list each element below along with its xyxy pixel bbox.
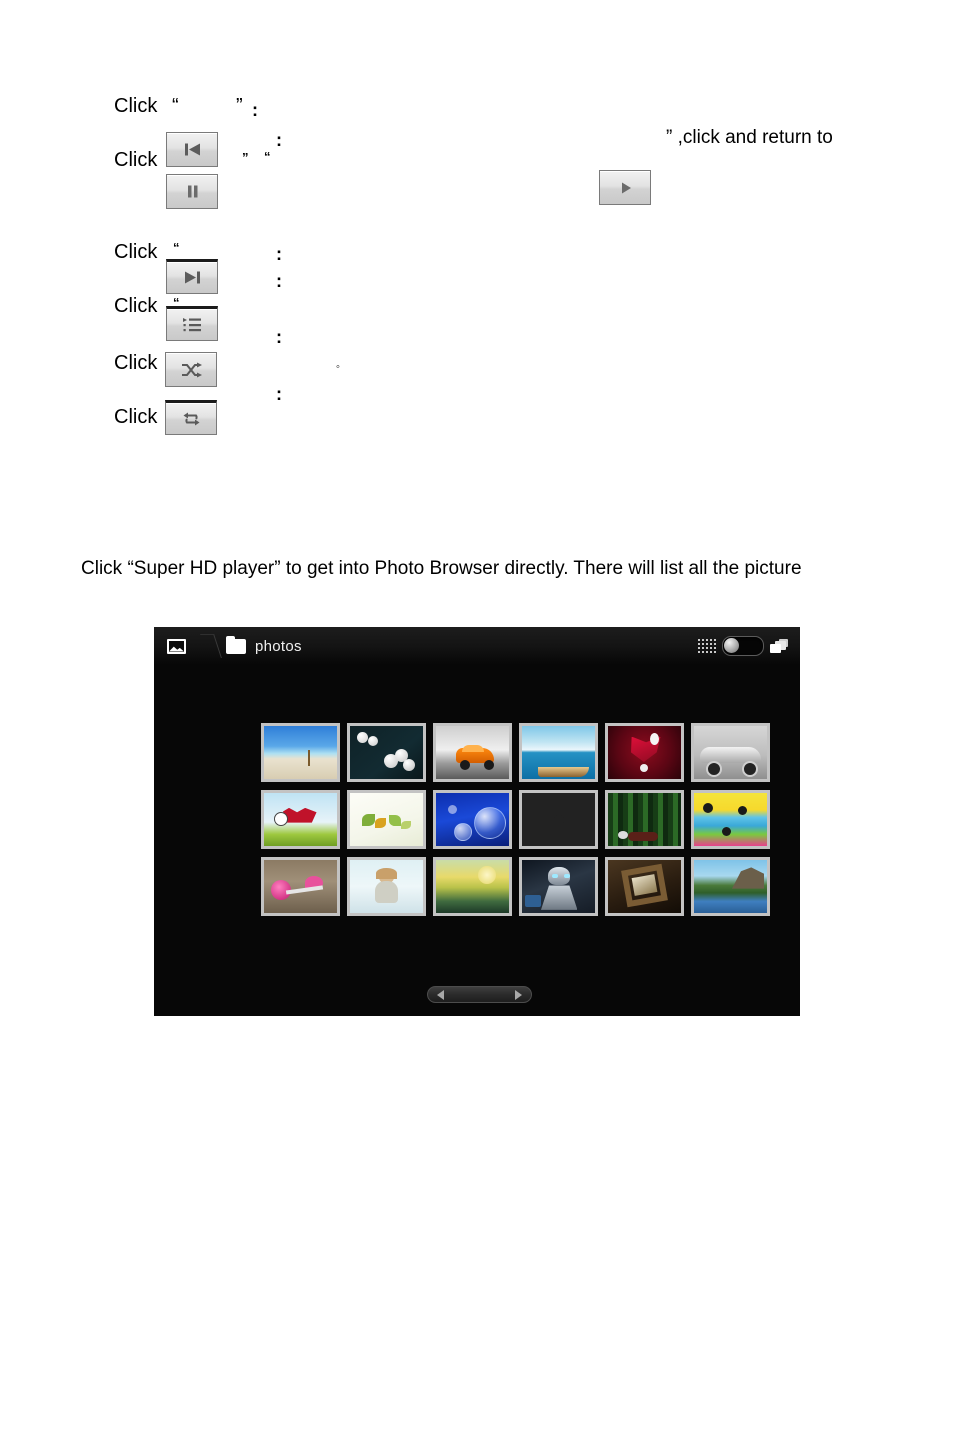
thumbnail-item[interactable] [519, 857, 598, 916]
stack-view-icon[interactable] [770, 638, 788, 654]
instruction-colon-3: : [276, 244, 282, 264]
playlist-icon [182, 317, 202, 332]
return-note: ” ,click and return to [666, 127, 833, 148]
horizontal-scrollbar[interactable] [427, 986, 532, 1003]
pause-button[interactable] [166, 174, 218, 209]
thumbnail-item[interactable] [433, 857, 512, 916]
skip-previous-icon [184, 142, 201, 157]
shuffle-button[interactable] [165, 352, 217, 387]
repeat-icon [182, 411, 201, 427]
thumbnail-item[interactable] [605, 857, 684, 916]
shuffle-icon [181, 362, 202, 378]
breadcrumb-label[interactable]: photos [255, 638, 302, 655]
thumbnail-item[interactable] [605, 723, 684, 782]
instruction-open-quote-3: “ [173, 240, 180, 255]
previous-track-button[interactable] [166, 132, 218, 167]
breadcrumb-separator-icon [200, 631, 226, 661]
thumbnail-item[interactable] [519, 723, 598, 782]
repeat-button[interactable] [165, 400, 217, 435]
stray-quote-2b: “ [264, 149, 271, 164]
thumbnail-item[interactable] [691, 790, 770, 849]
instruction-click-label-6: Click [114, 406, 158, 428]
stray-ring-mark: ◦ [336, 361, 340, 373]
scroll-right-arrow[interactable] [515, 989, 522, 1000]
thumbnail-item[interactable] [691, 857, 770, 916]
instruction-close-quote-1: ” [236, 95, 243, 117]
gallery-topbar: photos [154, 627, 800, 665]
stray-colon-a: : [276, 130, 282, 150]
stray-colon-c: : [276, 327, 282, 347]
thumbnail-item[interactable] [433, 790, 512, 849]
playlist-button[interactable] [166, 306, 218, 341]
instruction-click-label-3: Click [114, 241, 158, 263]
thumbnail-item[interactable] [691, 723, 770, 782]
thumbnail-item[interactable] [519, 790, 598, 849]
thumbnail-item[interactable] [347, 723, 426, 782]
photo-browser-screenshot: photos [154, 627, 800, 1016]
stray-colon-d: : [276, 384, 282, 404]
instruction-click-label-2: Click [114, 149, 158, 171]
thumbnail-item[interactable] [261, 723, 340, 782]
folder-icon [226, 635, 246, 654]
topbar-view-controls [698, 636, 788, 656]
stray-quote-2a: ” [242, 150, 249, 165]
play-button[interactable] [599, 170, 651, 205]
thumbnail-grid [261, 723, 770, 923]
stray-colon-b: : [276, 271, 282, 291]
skip-next-icon [184, 270, 201, 285]
next-track-button[interactable] [166, 259, 218, 294]
thumbnail-item[interactable] [261, 857, 340, 916]
thumbnail-item[interactable] [433, 723, 512, 782]
grid-view-icon[interactable] [698, 639, 716, 653]
pause-icon [186, 184, 199, 199]
instruction-colon-1: : [252, 100, 258, 120]
thumbnail-item[interactable] [605, 790, 684, 849]
thumbnail-item[interactable] [347, 790, 426, 849]
instruction-click-label-4: Click [114, 295, 158, 317]
play-icon [619, 181, 632, 195]
scroll-left-arrow[interactable] [437, 989, 444, 1000]
instruction-click-label-1: Click [114, 95, 158, 117]
view-mode-toggle[interactable] [722, 636, 764, 656]
paragraph-photo-browser: Click “Super HD player” to get into Phot… [81, 558, 802, 579]
thumbnail-item[interactable] [347, 857, 426, 916]
toggle-knob [724, 638, 739, 653]
instruction-click-label-5: Click [114, 352, 158, 374]
instruction-open-quote-1: “ [172, 95, 179, 117]
image-icon[interactable] [167, 638, 186, 654]
thumbnail-item[interactable] [261, 790, 340, 849]
